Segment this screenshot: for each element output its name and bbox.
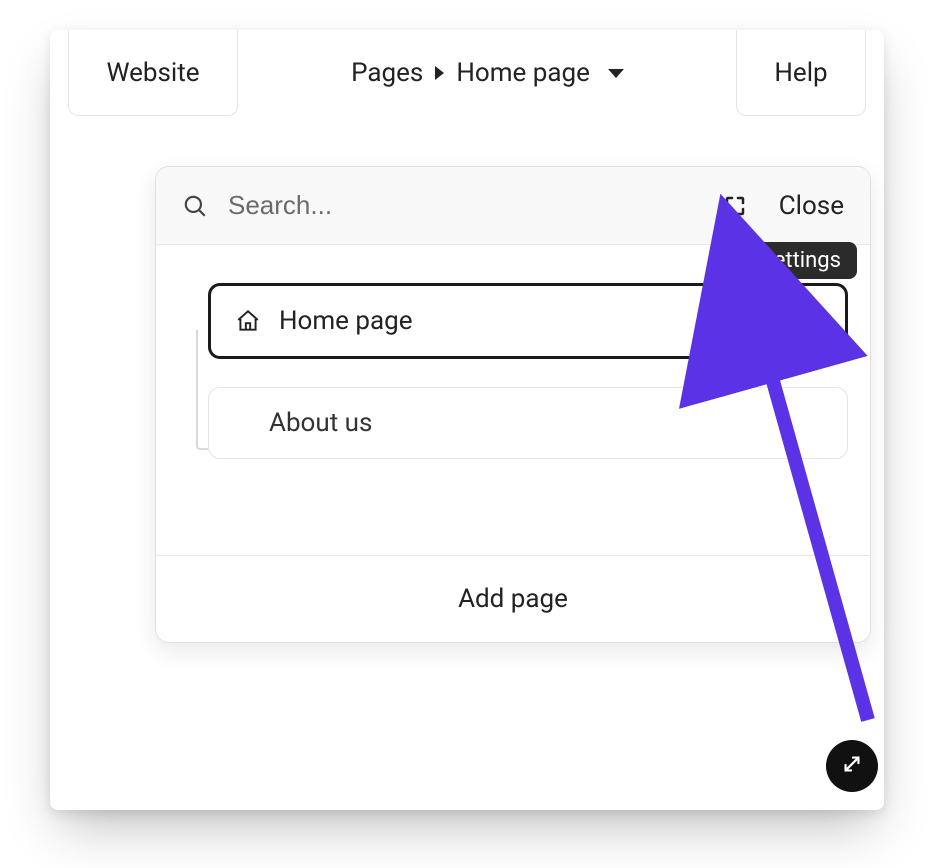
close-button[interactable]: Close <box>779 191 844 221</box>
settings-tooltip: Settings <box>745 242 857 279</box>
page-row-about[interactable]: About us <box>208 387 848 459</box>
help-menu-label: Help <box>774 58 827 88</box>
pages-panel: Close Home page <box>155 166 871 643</box>
pages-breadcrumb[interactable]: Pages Home page <box>238 30 736 116</box>
app-window: Website Pages Home page Help <box>50 30 884 810</box>
resize-fab[interactable] <box>826 740 878 792</box>
website-menu[interactable]: Website <box>68 30 238 116</box>
gear-icon[interactable] <box>795 308 821 334</box>
page-row-label: Home page <box>279 306 413 336</box>
pages-label: Pages <box>351 58 423 88</box>
search-icon <box>182 193 208 219</box>
chevron-down-icon <box>608 69 624 78</box>
add-page-label: Add page <box>458 584 568 614</box>
chevron-right-icon <box>435 66 444 80</box>
panel-body: Home page Settings About us <box>156 245 870 555</box>
panel-header: Close <box>156 167 870 245</box>
page-row-label: About us <box>269 408 372 438</box>
resize-icon <box>841 753 863 779</box>
search-input[interactable] <box>226 189 705 222</box>
current-page-label: Home page <box>456 58 590 88</box>
website-menu-label: Website <box>106 58 199 88</box>
expand-icon[interactable] <box>723 194 747 218</box>
help-menu[interactable]: Help <box>736 30 866 116</box>
home-icon <box>235 308 261 334</box>
add-page-button[interactable]: Add page <box>156 555 870 642</box>
top-bar: Website Pages Home page Help <box>50 30 884 116</box>
page-row-home[interactable]: Home page Settings <box>208 283 848 359</box>
